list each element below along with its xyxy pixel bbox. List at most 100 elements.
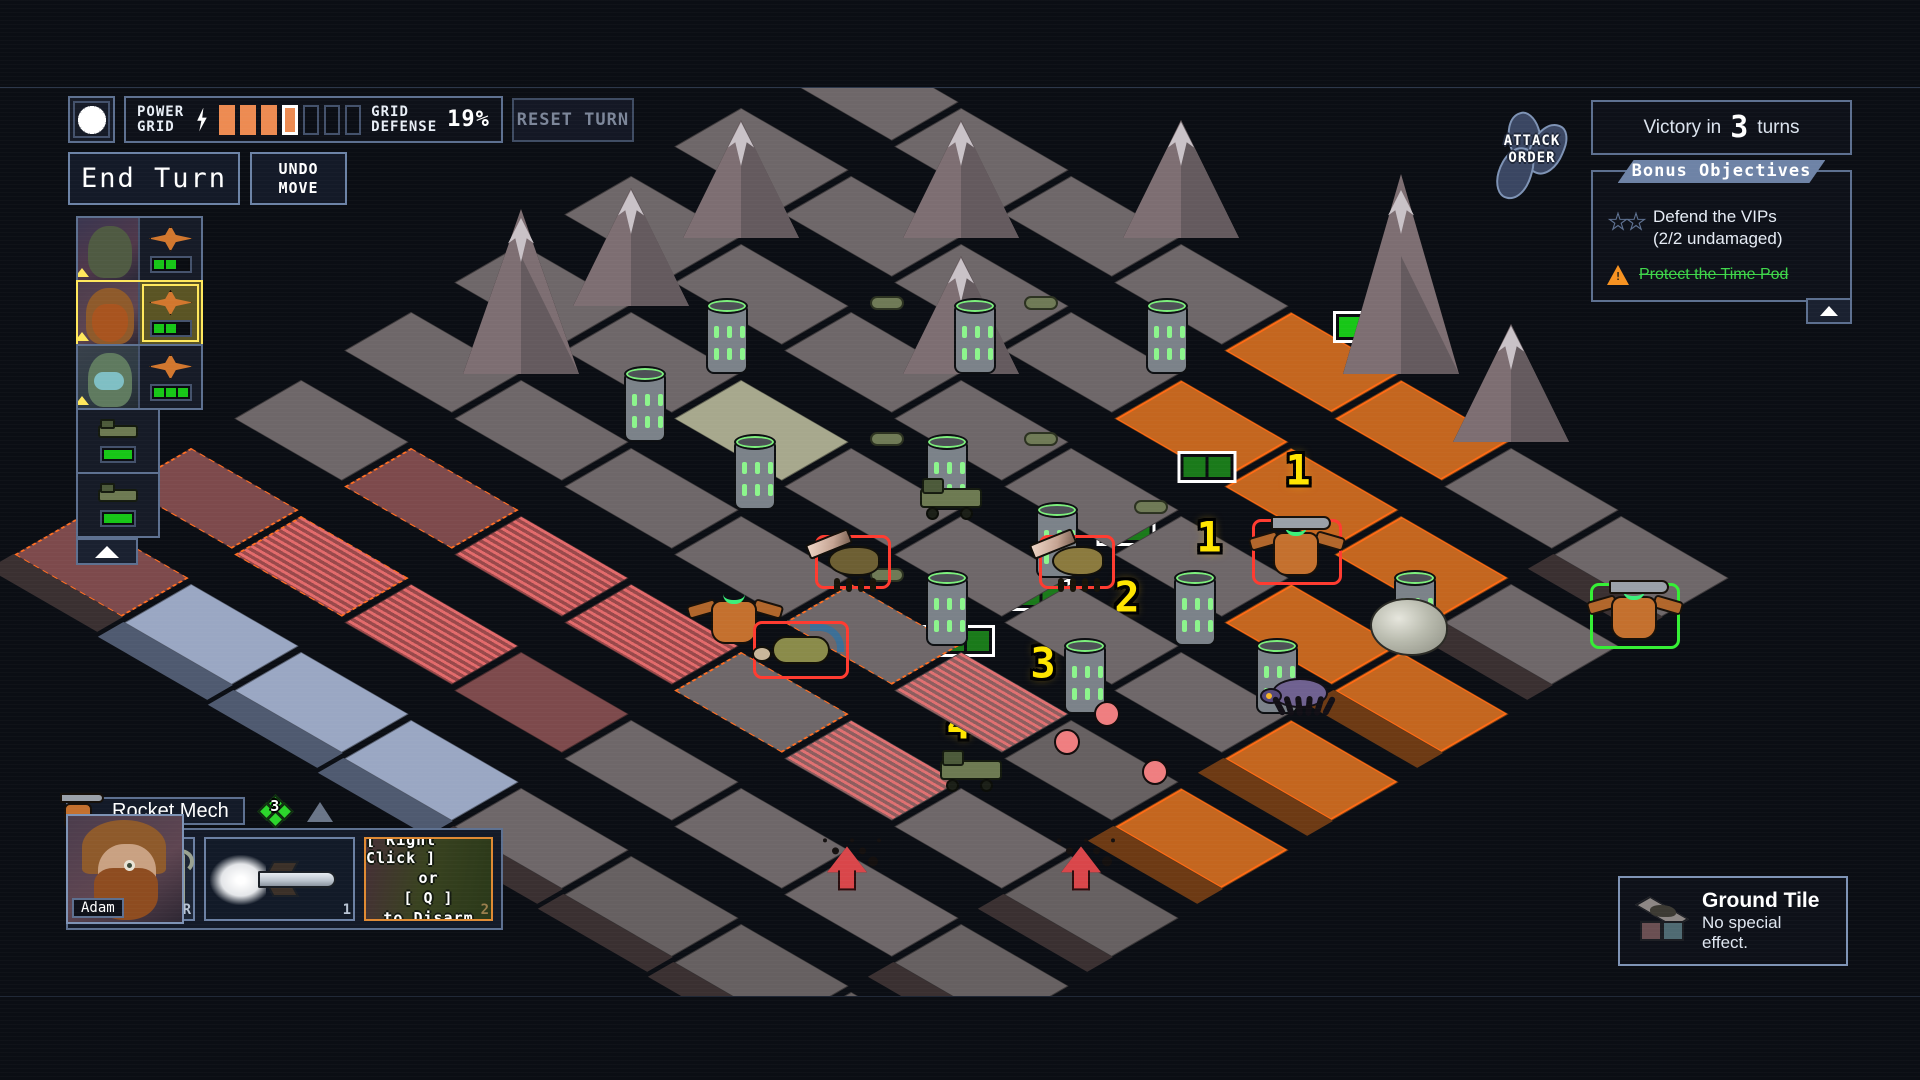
building-window: [727, 326, 732, 338]
roster-item-mech-1[interactable]: [76, 216, 203, 282]
disarm-hint-slot[interactable]: [ Right Click ] or [ Q ] to Disarm 2: [364, 837, 493, 921]
building-body: [706, 306, 748, 374]
scorpion-body: [772, 636, 830, 664]
roster-mech-icon-mech-2[interactable]: [140, 282, 201, 344]
ground-crack: [1084, 838, 1088, 843]
vehicle-cab: [922, 478, 944, 494]
settings-button[interactable]: [68, 96, 115, 143]
disarm-hint-line3: [ Q ]: [403, 889, 454, 907]
player-mech[interactable]: [1585, 580, 1685, 649]
roster-item-vehicle-1[interactable]: [76, 408, 160, 474]
vek-enemy[interactable]: [804, 527, 891, 592]
building-window: [740, 348, 745, 360]
vek-body: [828, 546, 880, 576]
vek-emerge-marker[interactable]: [1057, 838, 1115, 891]
vehicle-cab: [100, 483, 115, 493]
vip-vehicle[interactable]: [940, 750, 1002, 792]
roster-portrait-mech-3: [78, 346, 140, 408]
building-window: [988, 348, 993, 360]
scorpion-enemy[interactable]: [752, 621, 849, 679]
settings-button-inner: [73, 101, 110, 138]
mech-body: [711, 600, 757, 644]
vehicle-wheel: [946, 779, 959, 792]
game-screen: 1123444 POWER GRID GRID DEFENSE 19% RESE…: [0, 0, 1920, 1080]
roster-portrait-mech-1: [78, 218, 140, 280]
spider-enemy[interactable]: [1254, 666, 1348, 722]
star-icon-1: [1607, 211, 1628, 231]
mountain-shape: [306, 802, 333, 822]
building-body: [1146, 306, 1188, 374]
acid-marker: [1054, 729, 1080, 755]
selection-chevron-icon: [78, 268, 89, 277]
building[interactable]: [734, 434, 776, 512]
roster-mech-icon-mech-1[interactable]: [140, 218, 201, 280]
building-roof: [926, 570, 968, 586]
vip-vehicle[interactable]: [920, 478, 982, 520]
roster-health-bar: [100, 510, 136, 527]
end-turn-button[interactable]: End Turn: [68, 152, 240, 205]
top-hud: POWER GRID GRID DEFENSE 19% RESET TURN: [68, 96, 634, 143]
building-window: [1167, 326, 1172, 338]
power-cell-2: [240, 104, 257, 135]
building[interactable]: [954, 298, 996, 376]
building-roof: [954, 298, 996, 314]
undo-move-label-line2: MOVE: [278, 178, 319, 197]
building-window: [947, 462, 952, 474]
health-pip: [165, 387, 176, 397]
boulder-terrain[interactable]: [1370, 598, 1448, 656]
building[interactable]: [1146, 298, 1188, 376]
pilot-portrait-card[interactable]: Adam: [66, 814, 184, 924]
grid-defense-value: 19%: [447, 107, 490, 132]
mech-icon-shape: [148, 225, 193, 252]
undo-move-button[interactable]: UNDO MOVE: [250, 152, 347, 205]
power-grid-label-line2: GRID: [137, 118, 175, 135]
bonus-collapse-button[interactable]: [1806, 298, 1852, 324]
vek-emerge-marker[interactable]: [823, 838, 881, 891]
building-window: [768, 484, 773, 496]
hp-vek-a: [1177, 451, 1237, 483]
building-window: [1154, 326, 1159, 338]
building-body: [954, 306, 996, 374]
vek-enemy[interactable]: [1028, 527, 1115, 592]
building[interactable]: [926, 570, 968, 648]
roster-item-mech-3[interactable]: [76, 344, 203, 410]
rocket-weapon-slot[interactable]: 1: [204, 837, 355, 921]
disarm-hint-key: 2: [480, 902, 489, 918]
building-roof: [1174, 570, 1216, 586]
mountain-shadow: [741, 120, 799, 238]
vehicle-icon: [98, 419, 138, 441]
disarm-hint-line1: [ Right Click ]: [366, 837, 437, 867]
roster-item-mech-2[interactable]: [76, 280, 203, 346]
building-window: [645, 416, 650, 428]
player-mech[interactable]: [1247, 516, 1347, 585]
stars-icon: [1607, 206, 1643, 233]
scorpion-claw: [752, 646, 772, 662]
power-grid-label: POWER GRID: [137, 103, 185, 135]
roster-item-vehicle-2[interactable]: [76, 472, 160, 538]
building-window: [934, 462, 939, 474]
power-cell-4: [282, 104, 299, 135]
mountain-shadow: [1511, 324, 1569, 442]
building-roof: [1146, 298, 1188, 314]
unit-roster[interactable]: [76, 216, 203, 565]
roster-mech-icon-mech-3[interactable]: [140, 346, 201, 408]
reset-turn-button[interactable]: RESET TURN: [511, 97, 634, 142]
building[interactable]: [624, 366, 666, 444]
emerge-arrow-icon: [1061, 846, 1101, 873]
roster-collapse-button[interactable]: [76, 538, 138, 565]
move-points-badge: 3: [257, 794, 294, 829]
power-grid-label-line1: POWER: [137, 103, 185, 120]
building-window: [1182, 620, 1187, 632]
building[interactable]: [1174, 570, 1216, 648]
roster-vehicle-list: [76, 408, 203, 538]
tile-tooltip-text: Ground Tile No special effect.: [1702, 889, 1832, 953]
chevron-up-icon: [1820, 306, 1838, 316]
power-cells: [219, 104, 362, 135]
building[interactable]: [706, 298, 748, 376]
mech-icon-shape: [148, 353, 193, 380]
building-roof: [1064, 638, 1106, 654]
attack-order-badge[interactable]: ATTACK ORDER: [1490, 108, 1574, 204]
building-window: [947, 620, 952, 632]
building-window: [1154, 348, 1159, 360]
bonus-objectives-title: Bonus Objectives: [1618, 160, 1826, 183]
